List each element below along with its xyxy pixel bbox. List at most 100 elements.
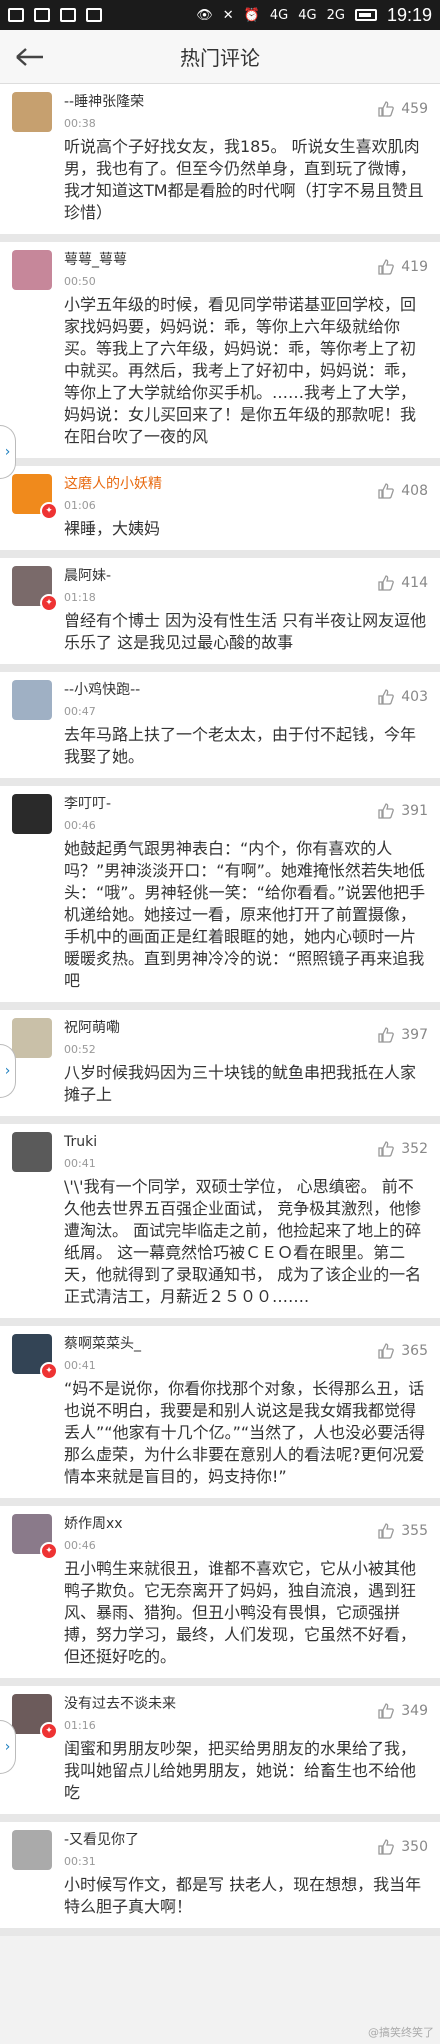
comment-time: 00:47 bbox=[64, 705, 96, 718]
username[interactable]: 李叮叮- bbox=[64, 794, 377, 814]
username[interactable]: 晨阿妹- bbox=[64, 566, 377, 586]
image-icon bbox=[60, 8, 76, 22]
comment-time: 00:52 bbox=[64, 1043, 96, 1056]
thumbs-up-icon bbox=[378, 259, 395, 275]
like-button[interactable]: 352 bbox=[377, 1140, 428, 1158]
mute-icon: ✕ bbox=[222, 7, 234, 23]
status-time: 19:19 bbox=[386, 4, 432, 25]
thumbs-up-icon bbox=[378, 803, 395, 819]
thumbs-up-icon bbox=[378, 575, 395, 591]
thumbs-up-icon bbox=[378, 101, 395, 117]
comment-item[interactable]: --小鸡快跑-- 00:47 403 去年马路上扶了一个老太太，由于付不起钱，今年我娶… bbox=[0, 672, 440, 786]
like-count: 403 bbox=[401, 689, 428, 705]
thumbs-up-icon bbox=[378, 1703, 395, 1719]
like-button[interactable]: 408 bbox=[377, 482, 428, 500]
back-button[interactable] bbox=[0, 30, 60, 84]
like-count: 414 bbox=[401, 575, 428, 591]
verified-badge-icon: ✦ bbox=[40, 502, 58, 520]
verified-badge-icon: ✦ bbox=[40, 594, 58, 612]
like-button[interactable]: 419 bbox=[377, 258, 428, 276]
comment-text: 去年马路上扶了一个老太太，由于付不起钱，今年我娶了她。 bbox=[64, 725, 417, 766]
thumbs-up-icon bbox=[378, 1027, 395, 1043]
like-count: 459 bbox=[401, 101, 428, 117]
username[interactable]: -又看见你了 bbox=[64, 1830, 377, 1850]
avatar[interactable] bbox=[12, 250, 52, 290]
username[interactable]: 没有过去不谈未来 bbox=[64, 1694, 377, 1714]
avatar[interactable]: ✦ bbox=[12, 1694, 58, 1740]
comment-text: 小时候写作文，都是写 扶老人，现在想想，我当年特么胆子真大啊！ bbox=[64, 1875, 422, 1916]
like-count: 349 bbox=[401, 1703, 428, 1719]
verified-badge-icon: ✦ bbox=[40, 1362, 58, 1380]
like-button[interactable]: 403 bbox=[377, 688, 428, 706]
mail-icon bbox=[34, 8, 50, 22]
like-count: 352 bbox=[401, 1141, 428, 1157]
thumbs-up-icon bbox=[378, 1141, 395, 1157]
thumbs-up-icon bbox=[378, 689, 395, 705]
like-count: 408 bbox=[401, 483, 428, 499]
side-expand-tab[interactable]: › bbox=[0, 1720, 16, 1774]
avatar[interactable]: ✦ bbox=[12, 1334, 58, 1380]
comment-text: 丑小鸭生来就很丑，谁都不喜欢它，它从小被其他鸭子欺负。它无奈离开了妈妈，独自流浪… bbox=[64, 1559, 417, 1666]
comment-item[interactable]: ✦ 蔡啊菜菜头_ 00:41 365 “妈不是说你，你看你找那个对象，长得那么丑，话也说… bbox=[0, 1326, 440, 1506]
username[interactable]: --睡神张隆荣 bbox=[64, 92, 377, 112]
comment-text: 听说高个子好找女友，我185。 听说女生喜欢肌肉男，我也有了。但至今仍然单身，直… bbox=[64, 137, 424, 222]
avatar[interactable]: ✦ bbox=[12, 1514, 58, 1560]
avatar[interactable]: ✦ bbox=[12, 566, 58, 612]
back-arrow-icon bbox=[16, 47, 43, 66]
avatar[interactable]: ✦ bbox=[12, 474, 58, 520]
comment-time: 00:31 bbox=[64, 1855, 96, 1868]
avatar[interactable] bbox=[12, 1132, 52, 1172]
avatar[interactable] bbox=[12, 1830, 52, 1870]
comment-item[interactable]: 祝阿萌嘞 00:52 397 八岁时候我妈因为三十块钱的鱿鱼串把我抵在人家摊子上 bbox=[0, 1010, 440, 1124]
like-button[interactable]: 355 bbox=[377, 1522, 428, 1540]
like-button[interactable]: 350 bbox=[377, 1838, 428, 1856]
comment-item[interactable]: 李叮叮- 00:46 391 她鼓起勇气跟男神表白：“内个，你有喜欢的人吗？”男神淡淡… bbox=[0, 786, 440, 1010]
gallery-icon bbox=[8, 8, 24, 22]
header: 热门评论 bbox=[0, 30, 440, 84]
username[interactable]: Truki bbox=[64, 1132, 377, 1152]
comment-item[interactable]: Truki 00:41 352 \'\'我有一个同学，双硕士学位， 心思缜密。 前不久… bbox=[0, 1124, 440, 1326]
notification-icon bbox=[86, 8, 102, 22]
avatar[interactable] bbox=[12, 1018, 52, 1058]
like-count: 365 bbox=[401, 1343, 428, 1359]
thumbs-up-icon bbox=[378, 483, 395, 499]
like-count: 391 bbox=[401, 803, 428, 819]
like-count: 397 bbox=[401, 1027, 428, 1043]
comment-item[interactable]: ✦ 娇作周xx 00:46 355 丑小鸭生来就很丑，谁都不喜欢它，它从小被其他鸭子欺负… bbox=[0, 1506, 440, 1686]
like-button[interactable]: 414 bbox=[377, 574, 428, 592]
like-button[interactable]: 459 bbox=[377, 100, 428, 118]
side-expand-tab[interactable]: › bbox=[0, 425, 16, 479]
username[interactable]: 祝阿萌嘞 bbox=[64, 1018, 377, 1038]
comment-text: 裸睡，大姨妈 bbox=[64, 519, 161, 538]
comment-time: 00:38 bbox=[64, 117, 96, 130]
username[interactable]: 这磨人的小妖精 bbox=[64, 474, 377, 494]
avatar[interactable] bbox=[12, 92, 52, 132]
like-button[interactable]: 391 bbox=[377, 802, 428, 820]
like-count: 419 bbox=[401, 259, 428, 275]
like-button[interactable]: 397 bbox=[377, 1026, 428, 1044]
comment-text: \'\'我有一个同学，双硕士学位， 心思缜密。 前不久他去世界五百强企业面试， … bbox=[64, 1177, 422, 1306]
comment-text: 她鼓起勇气跟男神表白：“内个，你有喜欢的人吗？”男神淡淡开口：“有啊”。她难掩怅… bbox=[64, 839, 426, 990]
comment-item[interactable]: -又看见你了 00:31 350 小时候写作文，都是写 扶老人，现在想想，我当年特么胆… bbox=[0, 1822, 440, 1936]
page-title: 热门评论 bbox=[180, 46, 260, 70]
avatar[interactable] bbox=[12, 680, 52, 720]
username[interactable]: 蔡啊菜菜头_ bbox=[64, 1334, 377, 1354]
comment-time: 01:18 bbox=[64, 591, 96, 604]
comment-time: 00:41 bbox=[64, 1157, 96, 1170]
comment-item[interactable]: ✦ 没有过去不谈未来 01:16 349 闺蜜和男朋友吵架，把买给男朋友的水果给了我，我… bbox=[0, 1686, 440, 1822]
username[interactable]: 萼萼_萼萼 bbox=[64, 250, 377, 270]
comment-time: 01:16 bbox=[64, 1719, 96, 1732]
comment-item[interactable]: ✦ 晨阿妹- 01:18 414 曾经有个博士 因为没有性生活 只有半夜让网友逗他乐乐了… bbox=[0, 558, 440, 672]
network-label-2: 4G bbox=[298, 7, 317, 23]
side-expand-tab[interactable]: › bbox=[0, 1044, 16, 1098]
comment-item[interactable]: --睡神张隆荣 00:38 459 听说高个子好找女友，我185。 听说女生喜欢肌肉男… bbox=[0, 84, 440, 242]
like-button[interactable]: 349 bbox=[377, 1702, 428, 1720]
comment-item[interactable]: ✦ 这磨人的小妖精 01:06 408 裸睡，大姨妈 bbox=[0, 466, 440, 558]
comment-item[interactable]: 萼萼_萼萼 00:50 419 小学五年级的时候，看见同学带诺基亚回学校，回家找妈妈要… bbox=[0, 242, 440, 466]
status-bar: 👁 ✕ ⏰ 4G 4G 2G 19:19 bbox=[0, 0, 440, 30]
avatar[interactable] bbox=[12, 794, 52, 834]
username[interactable]: --小鸡快跑-- bbox=[64, 680, 377, 700]
comment-text: 曾经有个博士 因为没有性生活 只有半夜让网友逗他乐乐了 这是我见过最心酸的故事 bbox=[64, 611, 427, 652]
username[interactable]: 娇作周xx bbox=[64, 1514, 377, 1534]
like-button[interactable]: 365 bbox=[377, 1342, 428, 1360]
